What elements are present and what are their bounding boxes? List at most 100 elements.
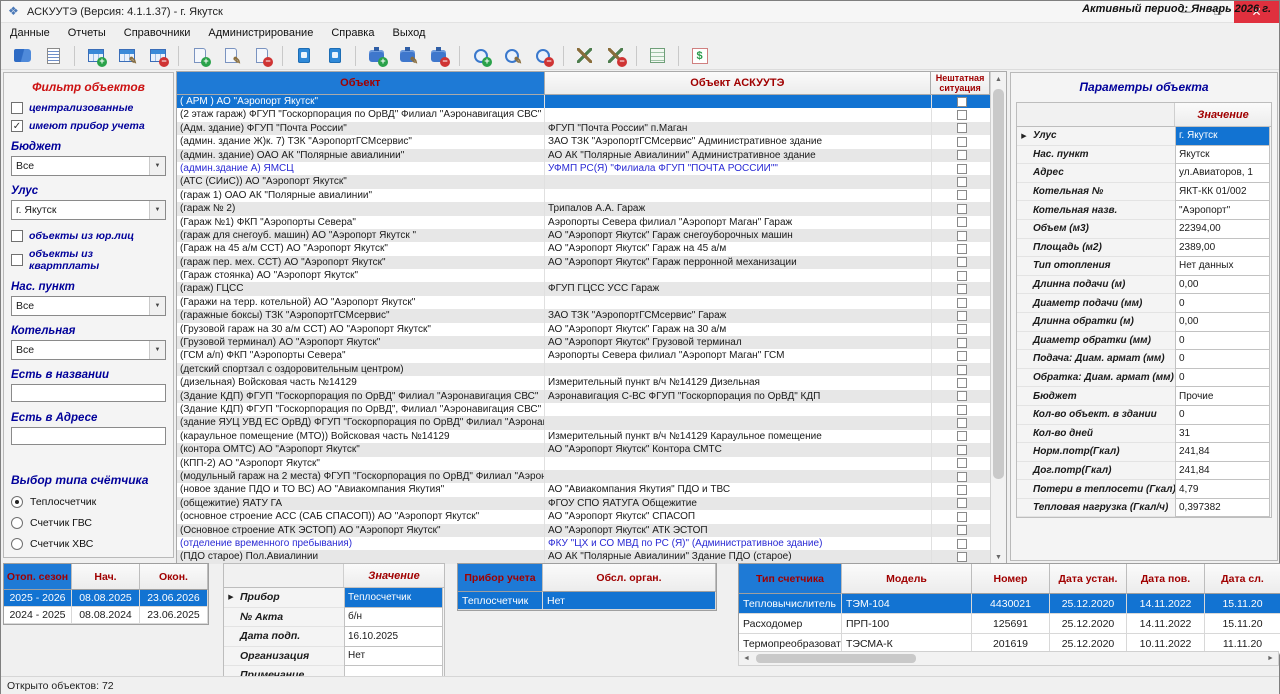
column-header-2[interactable]: Окон. (140, 564, 208, 590)
object-card-2-button[interactable] (321, 44, 348, 68)
object-add-button[interactable]: + (186, 44, 213, 68)
table-row[interactable]: (ГСМ а/п) ФКП "Аэропорты Севера"Аэропорт… (177, 349, 991, 362)
column-header-3[interactable]: Дата устан. (1050, 564, 1127, 594)
property-value[interactable]: 4,79 (1175, 479, 1270, 499)
readings-grid-button[interactable] (644, 44, 671, 68)
emergency-checkbox[interactable] (957, 177, 967, 187)
property-value[interactable]: Теплосчетчик (344, 587, 443, 608)
table-row[interactable]: (общежитие) ЯАТУ ГАФГОУ СПО ЯАТУГА Общеж… (177, 497, 991, 510)
table-row[interactable]: (АТС (СИиС)) АО "Аэропорт Якутск" (177, 175, 991, 188)
boiler-select[interactable]: Все ▼ (11, 340, 166, 360)
emergency-checkbox[interactable] (957, 324, 967, 334)
meter-edit-button[interactable]: ✎ (498, 44, 525, 68)
radio-icon[interactable] (11, 517, 23, 529)
property-value[interactable]: 0,00 (1175, 312, 1270, 332)
emergency-checkbox[interactable] (957, 298, 967, 308)
property-value[interactable]: 2389,00 (1175, 238, 1270, 258)
emergency-checkbox[interactable] (957, 539, 967, 549)
table-row[interactable]: (Грузовой терминал) АО "Аэропорт Якутск"… (177, 336, 991, 349)
table-row[interactable]: (Основное строение АТК ЭСТОП) АО "Аэропо… (177, 524, 991, 537)
property-row[interactable]: Кол-во объект. в здании0 (1017, 406, 1271, 425)
property-value[interactable]: Якутск (1175, 145, 1270, 165)
table-row[interactable]: (гараж пер. мех. ССТ) АО "Аэропорт Якутс… (177, 256, 991, 269)
vertical-scrollbar[interactable]: ▲ ▼ (990, 72, 1006, 565)
table-row[interactable]: (новое здание ПДО и ТО ВС) АО "Авиакомпа… (177, 483, 991, 496)
property-row[interactable]: Нас. пунктЯкутск (1017, 146, 1271, 165)
emergency-checkbox[interactable] (957, 190, 967, 200)
table-row[interactable]: (Адм. здание) ФГУП "Почта России"ФГУП "П… (177, 122, 991, 135)
table-row[interactable]: (детский спортзал с оздоровительным цент… (177, 363, 991, 376)
property-row[interactable]: Объем (м3)22394,00 (1017, 220, 1271, 239)
property-value[interactable]: 22394,00 (1175, 219, 1270, 239)
emergency-checkbox[interactable] (957, 552, 967, 562)
period-edit-button[interactable]: ✎ (113, 44, 140, 68)
checkbox-icon[interactable] (11, 230, 23, 242)
property-row[interactable]: № Актаб/н (224, 608, 444, 628)
table-row[interactable]: (гараж № 2)Трипалов А.А. Гараж (177, 202, 991, 215)
radio-cold-water-meter[interactable]: Счетчик ХВС (11, 538, 166, 550)
table-row[interactable]: РасходомерПРП-10012569125.12.202014.11.2… (739, 614, 1280, 634)
property-row[interactable]: ОрганизацияНет (224, 647, 444, 667)
emergency-checkbox[interactable] (957, 472, 967, 482)
chevron-down-icon[interactable]: ▼ (149, 157, 165, 175)
column-header-4[interactable]: Дата пов. (1127, 564, 1205, 594)
table-row[interactable]: (админ. здание) ОАО АК "Полярные авиалин… (177, 149, 991, 162)
address-contains-input[interactable] (11, 427, 166, 445)
column-header-emergency[interactable]: Нештатная ситуация (931, 72, 990, 95)
property-value[interactable]: 31 (1175, 424, 1270, 444)
period-add-button[interactable]: + (82, 44, 109, 68)
emergency-checkbox[interactable] (957, 284, 967, 294)
name-contains-input[interactable] (11, 384, 166, 402)
emergency-checkbox[interactable] (957, 525, 967, 535)
table-row[interactable]: (гаражные боксы) ТЗК "АэропортГСМсервис"… (177, 309, 991, 322)
emergency-checkbox[interactable] (957, 204, 967, 214)
property-row[interactable]: Длинна подачи (м)0,00 (1017, 276, 1271, 295)
column-header-0[interactable]: Прибор учета (458, 564, 543, 592)
emergency-checkbox[interactable] (957, 485, 967, 495)
property-row[interactable]: Диаметр обратки (мм)0 (1017, 332, 1271, 351)
property-row[interactable]: Дог.потр(Гкал)241,84 (1017, 462, 1271, 481)
column-header-5[interactable]: Дата сл. (1205, 564, 1280, 594)
emergency-checkbox[interactable] (957, 378, 967, 388)
service-button[interactable] (571, 44, 598, 68)
object-card-button[interactable] (290, 44, 317, 68)
emergency-checkbox[interactable] (957, 445, 967, 455)
meter-delete-button[interactable]: − (529, 44, 556, 68)
table-row[interactable]: (Гараж стоянка) АО "Аэропорт Якутск" (177, 269, 991, 282)
radio-icon[interactable] (11, 538, 23, 550)
property-row[interactable]: Дата подп.16.10.2025 (224, 627, 444, 647)
emergency-checkbox[interactable] (957, 311, 967, 321)
property-row[interactable]: БюджетПрочие (1017, 387, 1271, 406)
table-row[interactable]: (админ. здание Ж)к. 7) ТЗК "АэропортГСМс… (177, 135, 991, 148)
property-value[interactable]: 0 (1175, 368, 1270, 388)
table-row[interactable]: (Гаражи на терр. котельной) АО "Аэропорт… (177, 296, 991, 309)
table-row[interactable]: (контора ОМТС) АО "Аэропорт Якутск"АО "А… (177, 443, 991, 456)
emergency-checkbox[interactable] (957, 512, 967, 522)
table-row[interactable]: (караульное помещение (МТО)) Войсковая ч… (177, 430, 991, 443)
menu-item-администрирование[interactable]: Администрирование (199, 25, 322, 41)
scroll-left-icon[interactable]: ◄ (739, 655, 754, 662)
checkbox-icon[interactable] (11, 102, 23, 114)
emergency-checkbox[interactable] (957, 338, 967, 348)
radio-icon[interactable] (11, 496, 23, 508)
property-row[interactable]: ▶Улусг. Якутск (1017, 127, 1271, 146)
checkbox-centralized[interactable]: централизованные (11, 102, 166, 114)
checkbox-rent[interactable]: объекты из квартплаты (11, 248, 166, 272)
property-row[interactable]: Обратка: Диам. армат (мм)0 (1017, 369, 1271, 388)
emergency-checkbox[interactable] (957, 391, 967, 401)
chevron-down-icon[interactable]: ▼ (149, 341, 165, 359)
scroll-right-icon[interactable]: ► (1263, 655, 1278, 662)
column-header-0[interactable]: Тип счетчика (739, 564, 842, 594)
table-row[interactable]: (основное строение АСС (САБ СПАСОП)) АО … (177, 510, 991, 523)
property-value[interactable]: 241,84 (1175, 461, 1270, 481)
emergency-checkbox[interactable] (957, 365, 967, 375)
tariff-button[interactable]: $ (686, 44, 713, 68)
scrollbar-thumb[interactable] (756, 654, 916, 663)
property-value[interactable]: б/н (344, 607, 443, 628)
column-header-askuute[interactable]: Объект АСКУУТЭ (545, 72, 932, 95)
emergency-checkbox[interactable] (957, 431, 967, 441)
budget-select[interactable]: Все ▼ (11, 156, 166, 176)
table-row[interactable]: (админ.здание А) ЯМСЦУФМП РС(Я) "Филиала… (177, 162, 991, 175)
emergency-checkbox[interactable] (957, 150, 967, 160)
table-row[interactable]: (Здание КДП) ФГУП "Госкорпорация по ОрВД… (177, 403, 991, 416)
